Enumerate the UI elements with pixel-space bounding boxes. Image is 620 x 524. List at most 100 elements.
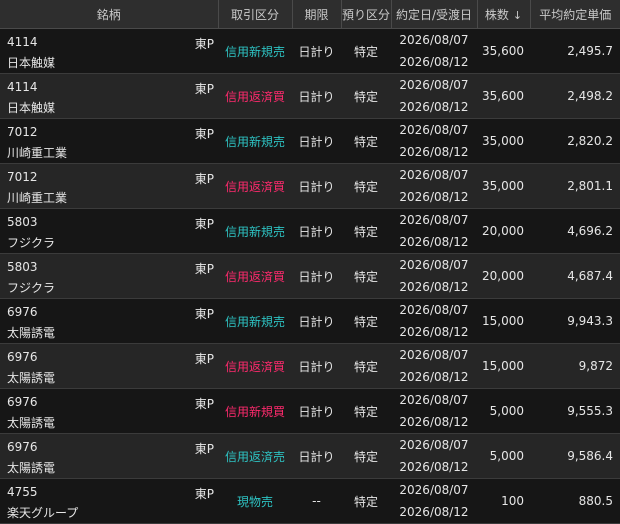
- market-label: 東P: [194, 262, 214, 276]
- term: 日計り: [298, 314, 335, 329]
- avg-price: 2,820.2: [567, 134, 613, 148]
- table-row[interactable]: 5803 東P フジクラ 信用返済買 日計り 特定 2026/08/07 2026/08/12…: [0, 253, 620, 299]
- stock-cell: 4114 東P 日本触媒: [0, 28, 218, 74]
- avg-price: 2,801.1: [567, 179, 613, 193]
- trade-type-cell: 信用新規売: [218, 298, 292, 344]
- header-stock[interactable]: 銘柄: [0, 0, 219, 29]
- price-cell: 4,696.2: [530, 208, 620, 254]
- custody-cell: 特定: [341, 73, 391, 119]
- term-cell: 日計り: [292, 253, 341, 299]
- custody-cell: 特定: [341, 298, 391, 344]
- term-cell: 日計り: [292, 28, 341, 74]
- trade-type-cell: 信用返済買: [218, 163, 292, 209]
- stock-name: フジクラ: [7, 236, 56, 250]
- custody-cell: 特定: [341, 388, 391, 434]
- stock-code: 4114: [7, 80, 38, 94]
- custody-cell: 特定: [341, 433, 391, 479]
- term-cell: 日計り: [292, 433, 341, 479]
- qty-cell: 15,000: [477, 343, 530, 389]
- table-row[interactable]: 4114 東P 日本触媒 信用新規売 日計り 特定 2026/08/07 2026/08/12…: [0, 28, 620, 74]
- term-cell: 日計り: [292, 388, 341, 434]
- term: 日計り: [298, 179, 335, 194]
- trade-date: 2026/08/07: [399, 33, 469, 47]
- market-label: 東P: [194, 352, 214, 366]
- term-cell: 日計り: [292, 343, 341, 389]
- table-row[interactable]: 6976 東P 太陽誘電 信用新規売 日計り 特定 2026/08/07 2026/08/12…: [0, 298, 620, 344]
- stock-cell: 7012 東P 川崎重工業: [0, 118, 218, 164]
- quantity: 35,600: [482, 89, 524, 103]
- header-qty-label: 株数: [484, 7, 509, 22]
- dates-cell: 2026/08/07 2026/08/12: [391, 343, 477, 389]
- custody: 特定: [353, 449, 378, 464]
- quantity: 20,000: [482, 224, 524, 238]
- market-label: 東P: [194, 127, 214, 141]
- trade-type: 信用返済買: [224, 269, 285, 284]
- trade-date: 2026/08/07: [399, 168, 469, 182]
- trade-date: 2026/08/07: [399, 348, 469, 362]
- header-term[interactable]: 期限: [292, 0, 342, 29]
- trade-type: 信用新規売: [224, 314, 285, 329]
- header-trade-type[interactable]: 取引区分: [218, 0, 293, 29]
- trade-date: 2026/08/07: [399, 78, 469, 92]
- table-row[interactable]: 4755 東P 楽天グループ 現物売 -- 特定 2026/08/07 2026/08/12 1…: [0, 478, 620, 524]
- dates-cell: 2026/08/07 2026/08/12: [391, 28, 477, 74]
- header-custody[interactable]: 預り区分: [341, 0, 392, 29]
- price-cell: 9,872: [530, 343, 620, 389]
- qty-cell: 5,000: [477, 433, 530, 479]
- custody-cell: 特定: [341, 118, 391, 164]
- quantity: 5,000: [489, 449, 524, 463]
- price-cell: 2,495.7: [530, 28, 620, 74]
- table-row[interactable]: 6976 東P 太陽誘電 信用返済売 日計り 特定 2026/08/07 2026/08/12…: [0, 433, 620, 479]
- header-qty[interactable]: 株数 ↓: [477, 0, 531, 29]
- market-label: 東P: [194, 307, 214, 321]
- market-label: 東P: [194, 487, 214, 501]
- avg-price: 9,555.3: [567, 404, 613, 418]
- table-row[interactable]: 5803 東P フジクラ 信用新規売 日計り 特定 2026/08/07 2026/08/12…: [0, 208, 620, 254]
- qty-cell: 15,000: [477, 298, 530, 344]
- stock-code: 7012: [7, 170, 38, 184]
- table-row[interactable]: 7012 東P 川崎重工業 信用返済買 日計り 特定 2026/08/07 2026/08/1…: [0, 163, 620, 209]
- stock-cell: 5803 東P フジクラ: [0, 253, 218, 299]
- qty-cell: 5,000: [477, 388, 530, 434]
- stock-code: 4755: [7, 485, 38, 499]
- header-avg-price[interactable]: 平均約定単価: [530, 0, 620, 29]
- dates-cell: 2026/08/07 2026/08/12: [391, 478, 477, 524]
- custody: 特定: [353, 179, 378, 194]
- price-cell: 9,943.3: [530, 298, 620, 344]
- avg-price: 2,495.7: [567, 44, 613, 58]
- trade-type-cell: 信用新規売: [218, 28, 292, 74]
- term-cell: 日計り: [292, 163, 341, 209]
- qty-cell: 35,600: [477, 28, 530, 74]
- avg-price: 4,696.2: [567, 224, 613, 238]
- sort-descending-icon: ↓: [512, 8, 523, 22]
- stock-cell: 7012 東P 川崎重工業: [0, 163, 218, 209]
- avg-price: 9,586.4: [567, 449, 613, 463]
- trade-date: 2026/08/07: [399, 438, 469, 452]
- quantity: 100: [501, 494, 524, 508]
- table-row[interactable]: 7012 東P 川崎重工業 信用新規売 日計り 特定 2026/08/07 2026/08/1…: [0, 118, 620, 164]
- custody: 特定: [353, 359, 378, 374]
- stock-cell: 6976 東P 太陽誘電: [0, 388, 218, 434]
- table-row[interactable]: 4114 東P 日本触媒 信用返済買 日計り 特定 2026/08/07 2026/08/12…: [0, 73, 620, 119]
- stock-code: 6976: [7, 305, 38, 319]
- header-term-label: 期限: [304, 7, 329, 22]
- trade-type-cell: 信用新規売: [218, 118, 292, 164]
- quantity: 15,000: [482, 359, 524, 373]
- qty-cell: 20,000: [477, 253, 530, 299]
- table-row[interactable]: 6976 東P 太陽誘電 信用新規買 日計り 特定 2026/08/07 2026/08/12…: [0, 388, 620, 434]
- stock-name: 日本触媒: [7, 101, 56, 115]
- settle-date: 2026/08/12: [399, 235, 469, 249]
- trade-date: 2026/08/07: [399, 483, 469, 497]
- custody-cell: 特定: [341, 253, 391, 299]
- settle-date: 2026/08/12: [399, 460, 469, 474]
- table-row[interactable]: 6976 東P 太陽誘電 信用返済買 日計り 特定 2026/08/07 2026/08/12…: [0, 343, 620, 389]
- header-dates[interactable]: 約定日/受渡日: [391, 0, 478, 29]
- stock-cell: 4755 東P 楽天グループ: [0, 478, 218, 524]
- qty-cell: 35,000: [477, 118, 530, 164]
- settle-date: 2026/08/12: [399, 370, 469, 384]
- trade-type-cell: 信用返済売: [218, 433, 292, 479]
- stock-name: 太陽誘電: [7, 461, 56, 475]
- term: 日計り: [298, 404, 335, 419]
- stock-code: 5803: [7, 260, 38, 274]
- dates-cell: 2026/08/07 2026/08/12: [391, 433, 477, 479]
